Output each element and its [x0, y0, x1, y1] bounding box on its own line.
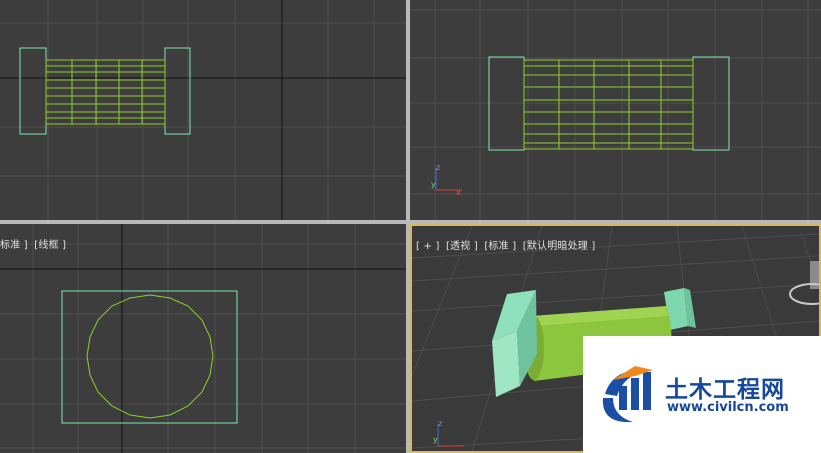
top-left-block[interactable] [19, 47, 47, 135]
front-gizmo-x: x [456, 188, 461, 197]
persp-label-view[interactable]: [透视 ] [446, 241, 478, 252]
watermark-name: 土木工程网 [665, 377, 785, 403]
left-label-shading[interactable]: 标准 ] [0, 240, 28, 251]
top-right-block[interactable] [164, 47, 191, 135]
front-axis-gizmo: z y x [431, 163, 462, 197]
persp-label-shading[interactable]: [默认明暗处理 ] [523, 241, 596, 252]
persp-gizmo-z: z [438, 419, 442, 428]
viewport-top[interactable] [0, 0, 406, 220]
left-viewport-label[interactable]: 标准 ] [线框 ] [0, 236, 69, 251]
front-grid [410, 0, 821, 220]
left-cylinder-circle[interactable] [86, 294, 214, 419]
front-gizmo-z: z [436, 163, 440, 172]
persp-near-block[interactable] [492, 290, 537, 397]
top-grid [0, 0, 406, 220]
watermark: 土木工程网 www.civilcn.com [583, 336, 821, 453]
left-label-wireframe[interactable]: [线框 ] [34, 240, 66, 251]
left-end-block[interactable] [61, 290, 238, 424]
left-grid [0, 224, 406, 453]
viewport-left[interactable]: 标准 ] [线框 ] [0, 224, 406, 453]
persp-axis-gizmo: z y [433, 419, 464, 447]
watermark-logo-icon [602, 366, 653, 423]
viewcube[interactable] [789, 261, 819, 305]
top-view-canvas [0, 0, 406, 220]
viewport-front[interactable]: z y x [410, 0, 821, 220]
persp-label-plus[interactable]: [ + ] [416, 241, 440, 252]
left-view-canvas [0, 224, 406, 453]
front-gizmo-y: y [431, 180, 436, 189]
persp-gizmo-y: y [433, 435, 438, 444]
watermark-url: www.civilcn.com [667, 400, 789, 415]
top-cylinder-wireframe[interactable] [45, 59, 166, 125]
persp-label-standard[interactable]: [标准 ] [484, 241, 516, 252]
persp-viewport-label[interactable]: [ + ] [透视 ] [标准 ] [默认明暗处理 ] [416, 237, 598, 252]
front-view-canvas: z y x [410, 0, 821, 220]
